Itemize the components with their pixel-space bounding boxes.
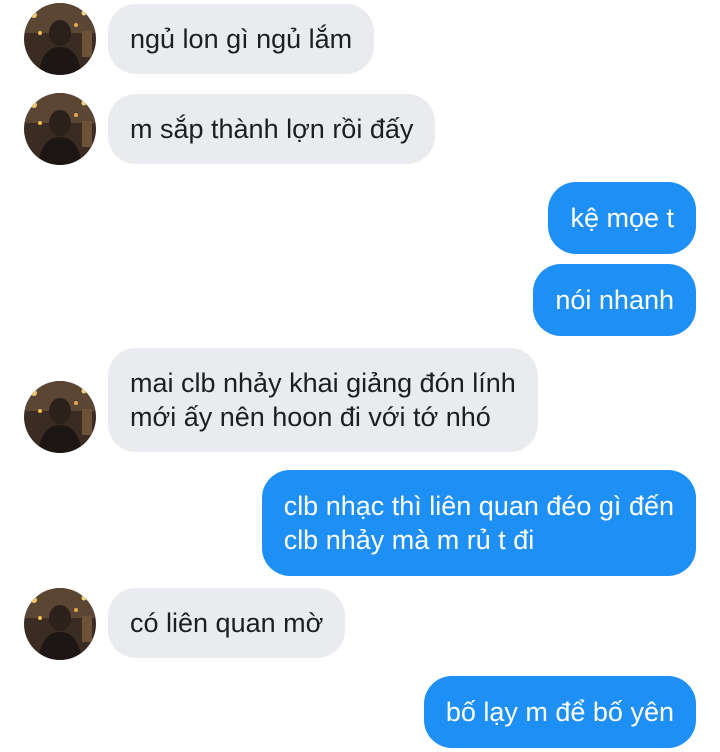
message-text: nói nhanh	[555, 285, 674, 315]
contact-avatar[interactable]	[24, 588, 96, 660]
message-text: ngủ lon gì ngủ lắm	[130, 24, 353, 54]
contact-avatar[interactable]	[24, 3, 96, 75]
incoming-message-bubble[interactable]: m sắp thành lợn rồi đấy	[108, 94, 436, 164]
contact-avatar[interactable]	[24, 93, 96, 165]
outgoing-message-bubble[interactable]: clb nhạc thì liên quan đéo gì đến clb nh…	[261, 470, 696, 576]
message-text: bố lạy m để bố yên	[445, 697, 674, 727]
contact-avatar[interactable]	[24, 381, 96, 453]
message-text: m sắp thành lợn rồi đấy	[130, 114, 414, 144]
avatar-photo-icon	[24, 93, 96, 165]
avatar-photo-icon	[24, 3, 96, 75]
incoming-message-bubble[interactable]: ngủ lon gì ngủ lắm	[108, 4, 375, 74]
message-text-line: mai clb nhảy khai giảng đón lính	[130, 368, 516, 398]
outgoing-message-bubble[interactable]: bố lạy m để bố yên	[423, 676, 696, 748]
outgoing-message-bubble[interactable]: nói nhanh	[533, 264, 696, 336]
incoming-message-bubble[interactable]: mai clb nhảy khai giảng đón lính mới ấy …	[108, 348, 538, 452]
avatar-photo-icon	[24, 381, 96, 453]
message-text: kệ mọe t	[570, 203, 674, 233]
message-text-line: clb nhạc thì liên quan đéo gì đến	[283, 491, 674, 521]
message-text-line: mới ấy nên hoon đi với tớ nhó	[130, 402, 491, 432]
message-text-line: clb nhảy mà m rủ t đi	[283, 525, 535, 555]
message-text: có liên quan mờ	[130, 608, 324, 638]
outgoing-message-bubble[interactable]: kệ mọe t	[548, 182, 696, 254]
incoming-message-bubble[interactable]: có liên quan mờ	[108, 588, 346, 658]
avatar-photo-icon	[24, 588, 96, 660]
